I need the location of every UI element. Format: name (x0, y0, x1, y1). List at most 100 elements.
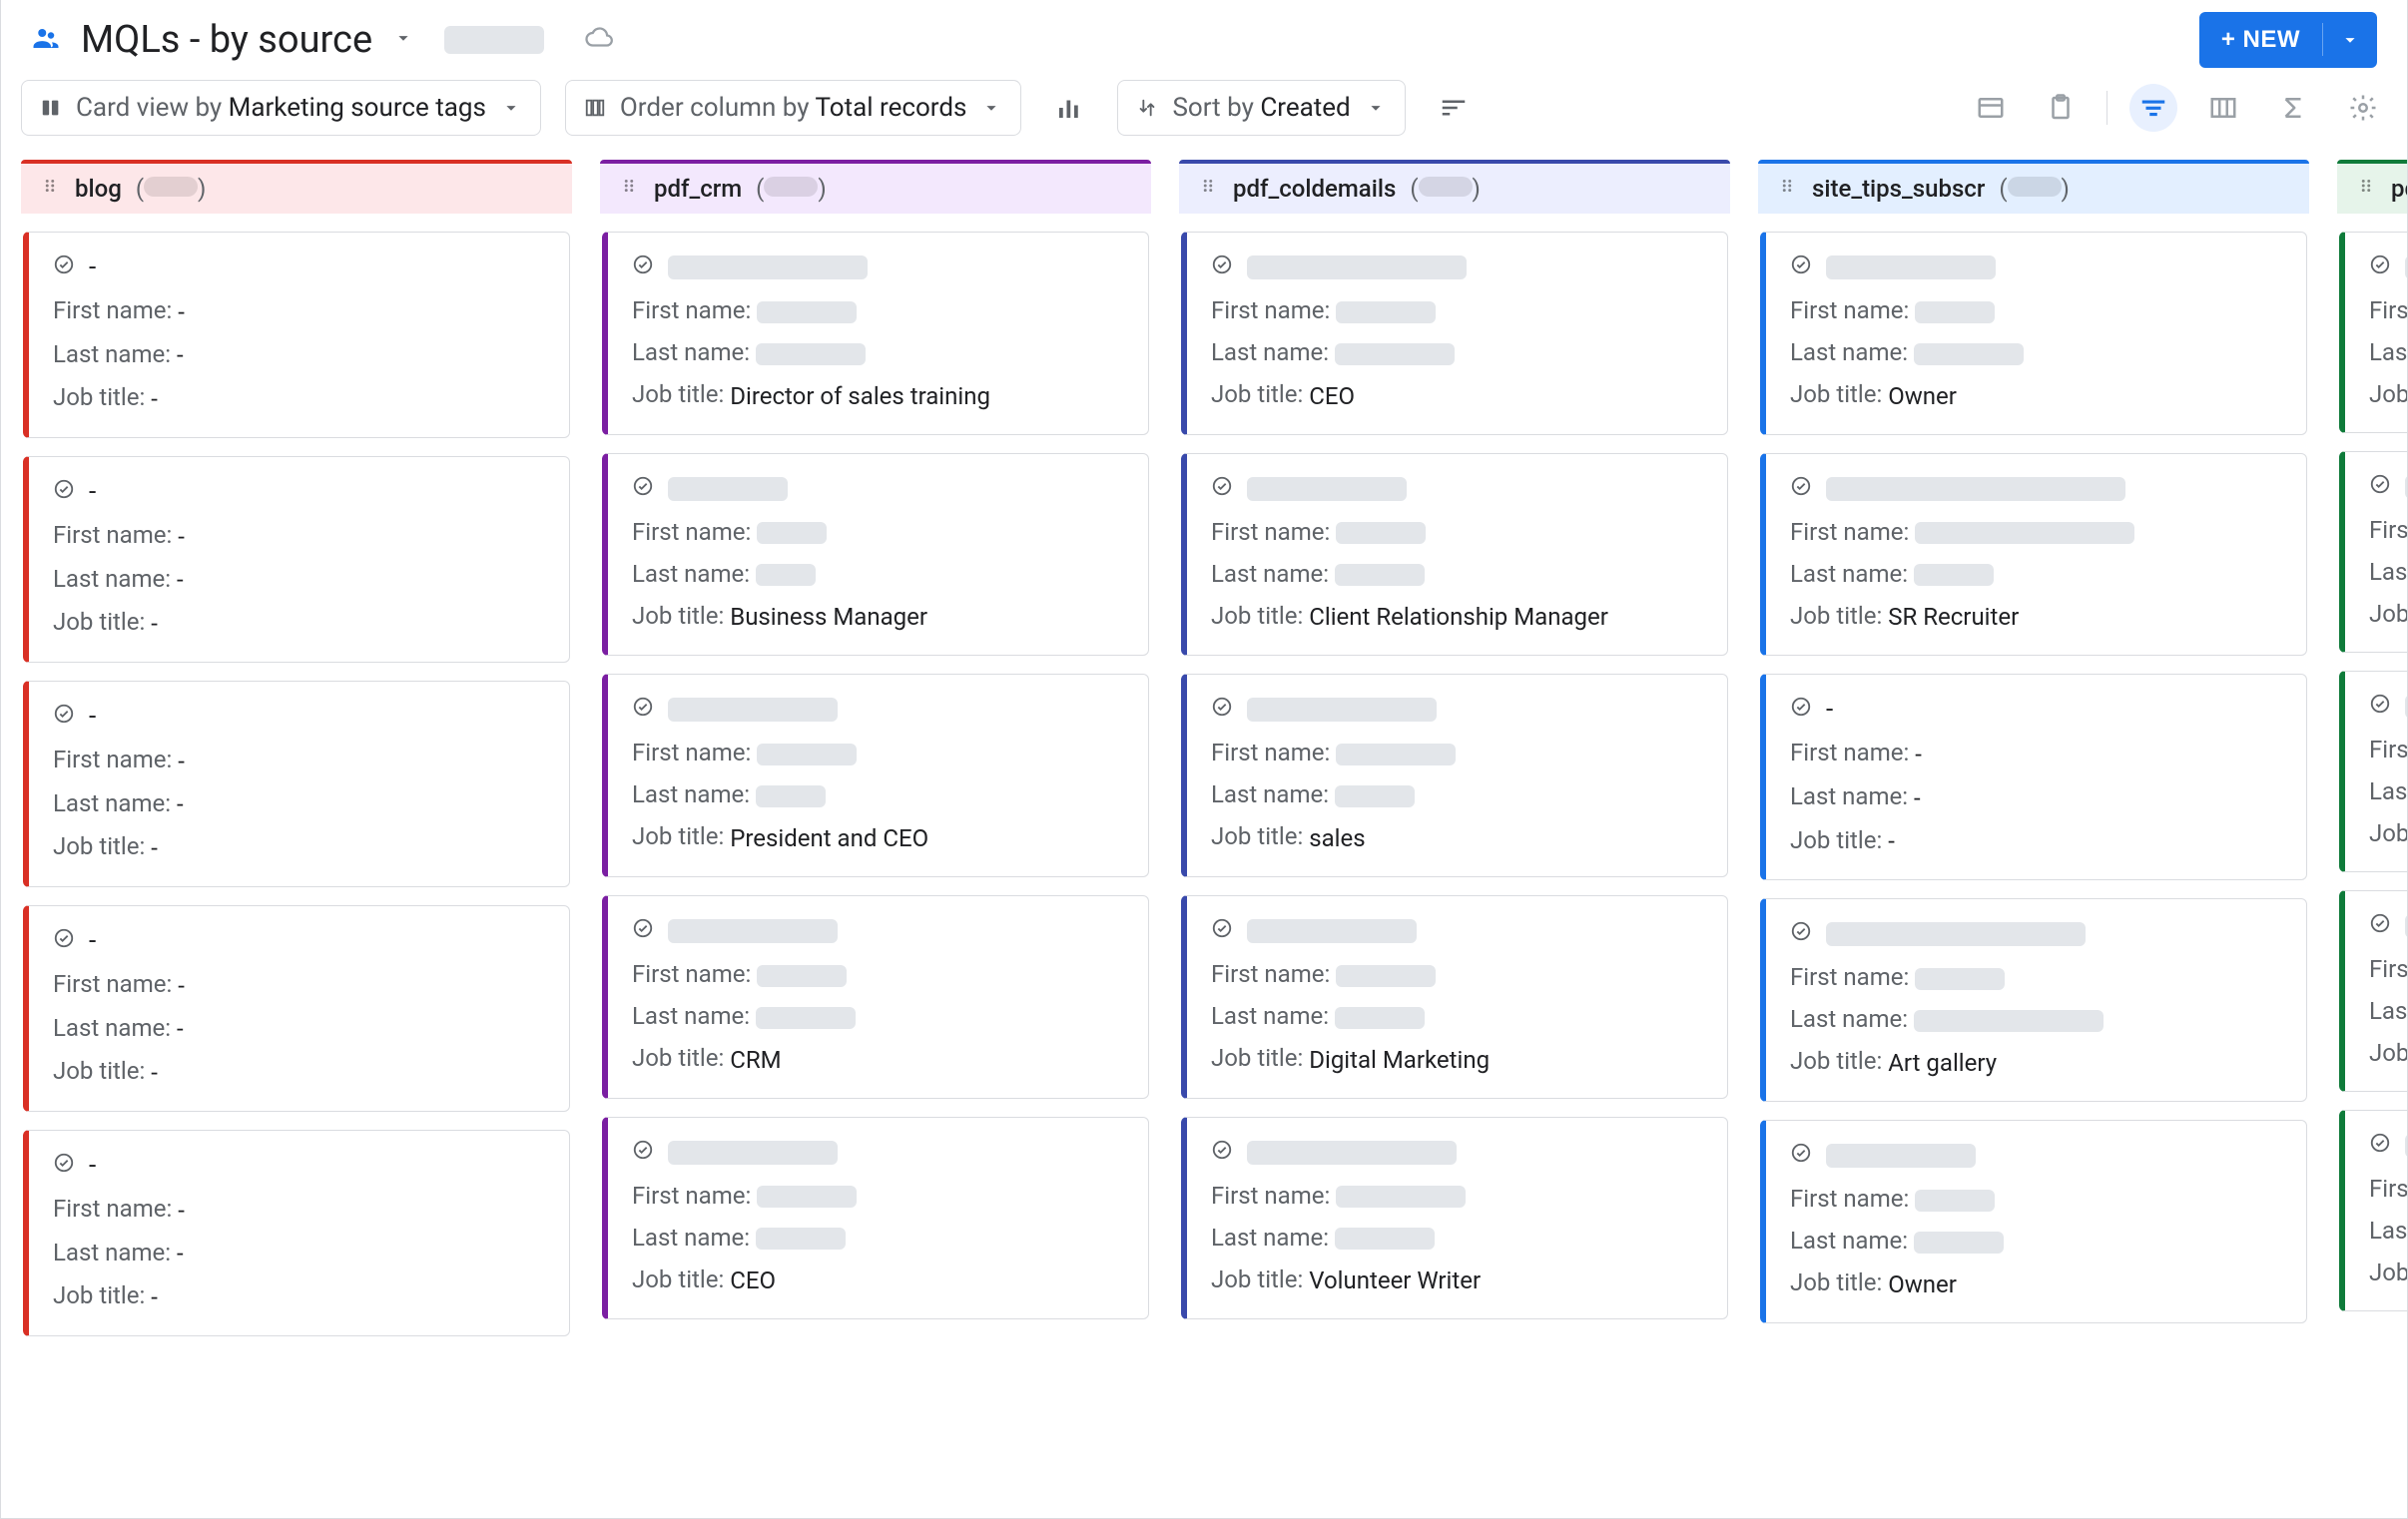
card-title: - (53, 926, 545, 956)
record-card[interactable]: First name: Last name: Job title: Client… (1181, 453, 1728, 657)
gear-icon[interactable] (2339, 84, 2387, 132)
column-header[interactable]: site_tips_subscr() (1758, 160, 2309, 214)
card-title-redacted (668, 698, 838, 722)
card-view-selector[interactable]: Card view by Marketing source tags (21, 80, 541, 136)
card-title (2369, 253, 2407, 282)
record-card[interactable]: First name: Last name: Job title: Presid… (602, 674, 1149, 877)
record-card[interactable]: -First name: -Last name: -Job title: - (23, 456, 570, 663)
card-field: First name: (1211, 739, 1703, 766)
field-value-redacted (757, 301, 857, 323)
app-header: MQLs - by source + NEW (1, 0, 2407, 80)
card-title-redacted (1826, 255, 1996, 279)
card-title (1211, 253, 1703, 282)
column-header[interactable]: pdf_au() (2337, 160, 2407, 214)
filter-icon[interactable] (2129, 84, 2177, 132)
field-value: - (151, 610, 158, 638)
record-card[interactable]: First name: Last name: Job title: Direct… (602, 232, 1149, 435)
column-name: pdf_crm (654, 175, 742, 203)
card-title-redacted (1247, 1141, 1457, 1165)
card-field: Job title: CEO (632, 1266, 1124, 1295)
record-card[interactable]: First name: Last name: Job title: (2339, 890, 2407, 1092)
field-value-redacted (756, 1228, 846, 1250)
record-card[interactable]: First name: Last name: Job title: Digita… (1181, 895, 1728, 1099)
field-value: CEO (730, 1266, 776, 1294)
column-header[interactable]: blog() (21, 160, 572, 214)
columns-icon[interactable] (2199, 84, 2247, 132)
card-field: Job title: Director of sales training (632, 380, 1124, 410)
column-header[interactable]: pdf_crm() (600, 160, 1151, 214)
card-title (632, 474, 1124, 504)
sort-lines-icon-button[interactable] (1430, 84, 1478, 132)
card-field: Job title: - (53, 832, 545, 862)
card-title-text: - (89, 253, 96, 282)
check-circle-icon (53, 702, 75, 732)
check-circle-icon (53, 477, 75, 507)
card-field: Last name: - (53, 789, 545, 819)
clipboard-icon[interactable] (2037, 84, 2085, 132)
column-header[interactable]: pdf_coldemails() (1179, 160, 1730, 214)
card-field: Job title: Digital Marketing (1211, 1044, 1703, 1074)
drag-handle-icon[interactable] (1197, 175, 1219, 203)
order-column-selector[interactable]: Order column by Total records (565, 80, 1022, 136)
drag-handle-icon[interactable] (1776, 175, 1798, 203)
drag-handle-icon[interactable] (2355, 175, 2377, 203)
card-field: Job title: - (53, 1281, 545, 1311)
sort-selector[interactable]: Sort by Created (1117, 80, 1405, 136)
record-card[interactable]: First name: Last name: Job title: Art ga… (1760, 898, 2307, 1102)
record-card[interactable]: First name: Last name: Job title: CEO (1181, 232, 1728, 435)
record-card[interactable]: First name: Last name: Job title: (2339, 451, 2407, 653)
record-card[interactable]: First name: Last name: Job title: SR Rec… (1760, 453, 2307, 657)
check-circle-icon (1211, 474, 1233, 504)
column-count: () (1999, 175, 2070, 203)
table-view-icon[interactable] (1967, 84, 2015, 132)
sigma-icon[interactable] (2269, 84, 2317, 132)
field-value: - (177, 1015, 184, 1043)
card-field: Job title: (2369, 380, 2407, 408)
record-card[interactable]: -First name: -Last name: -Job title: - (23, 1130, 570, 1336)
card-field: Last name: (2369, 338, 2407, 366)
record-card[interactable]: First name: Last name: Job title: Owner (1760, 232, 2307, 435)
drag-handle-icon[interactable] (39, 175, 61, 203)
record-card[interactable]: First name: Last name: Job title: CEO (602, 1117, 1149, 1320)
record-card[interactable]: -First name: -Last name: -Job title: - (23, 905, 570, 1112)
field-value-redacted (756, 785, 826, 807)
check-circle-icon (632, 695, 654, 725)
record-card[interactable]: -First name: -Last name: -Job title: - (23, 681, 570, 887)
card-field: Job title: - (53, 383, 545, 413)
view-toolbar: Card view by Marketing source tags Order… (1, 80, 2407, 160)
record-card[interactable]: First name: Last name: Job title: Owner (1760, 1120, 2307, 1323)
column-body: First name: Last name: Job title: Direct… (600, 214, 1151, 1518)
card-field: First name: (632, 518, 1124, 546)
drag-handle-icon[interactable] (618, 175, 640, 203)
record-card[interactable]: First name: Last name: Job title: Volunt… (1181, 1117, 1728, 1320)
card-title-redacted (2405, 475, 2407, 499)
record-card[interactable]: First name: Last name: Job title: CRM (602, 895, 1149, 1099)
card-field: Job title: - (1790, 826, 2282, 856)
card-title-redacted (2405, 255, 2407, 279)
view-title-dropdown[interactable] (392, 27, 414, 53)
card-title-text: - (89, 1151, 96, 1181)
new-button-dropdown[interactable] (2323, 12, 2377, 68)
record-card[interactable]: -First name: -Last name: -Job title: - (1760, 674, 2307, 880)
card-title-redacted (668, 255, 868, 279)
record-card[interactable]: First name: Last name: Job title: (2339, 1110, 2407, 1311)
check-circle-icon (1790, 695, 1812, 725)
field-value-redacted (1335, 1007, 1425, 1029)
check-circle-icon (2369, 1131, 2391, 1161)
card-field: Last name: (2369, 1217, 2407, 1245)
record-card[interactable]: First name: Last name: Job title: (2339, 671, 2407, 872)
record-card[interactable]: First name: Last name: Job title: sales (1181, 674, 1728, 877)
record-card[interactable]: First name: Last name: Job title: (2339, 232, 2407, 433)
record-card[interactable]: -First name: -Last name: -Job title: - (23, 232, 570, 438)
card-field: Job title: (2369, 819, 2407, 847)
card-field: Job title: President and CEO (632, 822, 1124, 852)
card-title (2369, 911, 2407, 941)
chart-icon-button[interactable] (1045, 84, 1093, 132)
card-title (1211, 916, 1703, 946)
card-title-redacted (1826, 1144, 1976, 1168)
new-button[interactable]: + NEW (2199, 12, 2377, 68)
field-value-redacted (1914, 564, 1994, 586)
record-card[interactable]: First name: Last name: Job title: Busine… (602, 453, 1149, 657)
field-value-redacted (757, 744, 857, 765)
cloud-sync-icon[interactable] (584, 23, 614, 57)
